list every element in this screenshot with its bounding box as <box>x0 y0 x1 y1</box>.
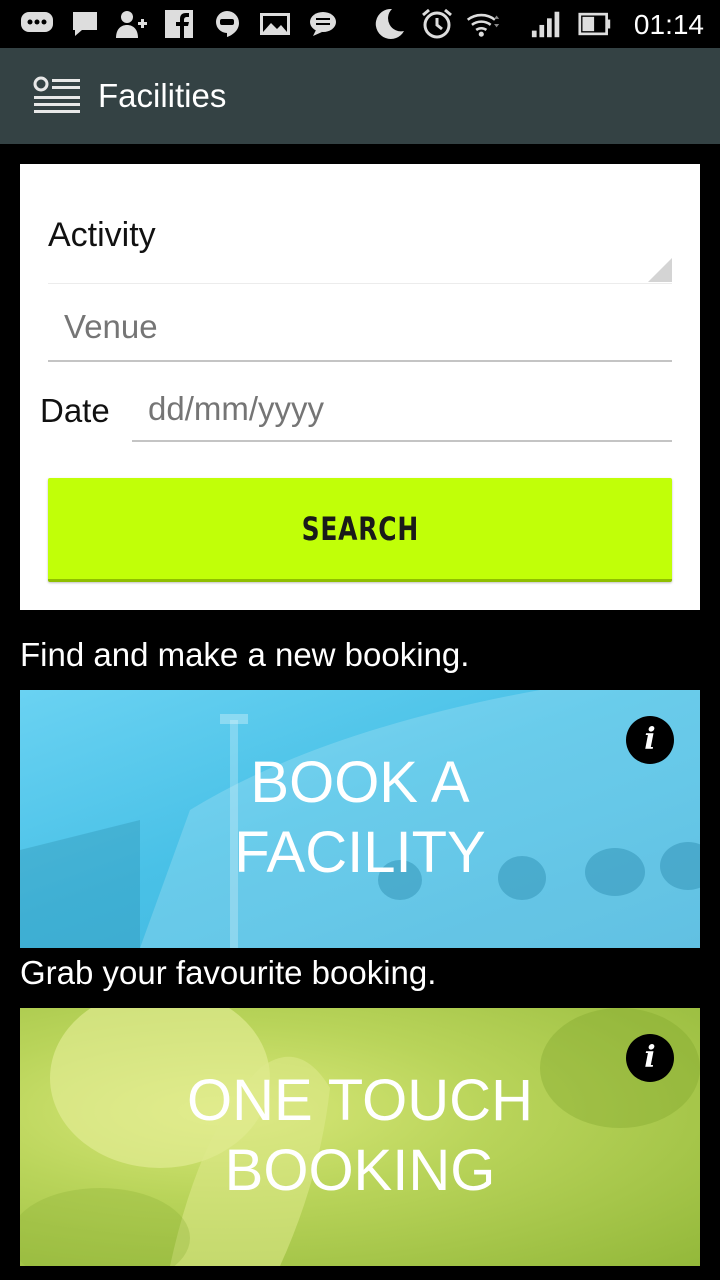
venue-field[interactable] <box>48 294 672 362</box>
date-field[interactable] <box>132 374 672 442</box>
one-touch-caption: Grab your favourite booking. <box>20 954 437 991</box>
date-input[interactable] <box>148 390 658 428</box>
venue-input[interactable] <box>64 308 664 346</box>
one-touch-title-line1: ONE TOUCH <box>187 1068 533 1133</box>
book-facility-tile[interactable]: BOOK A FACILITY i <box>20 690 700 948</box>
info-icon[interactable]: i <box>626 716 674 764</box>
signal-icon <box>530 8 564 40</box>
dropdown-corner-icon <box>648 258 672 282</box>
wifi-icon <box>466 8 500 40</box>
chat-icon <box>20 8 54 40</box>
book-facility-caption: Find and make a new booking. <box>20 636 470 673</box>
app-bar: Facilities <box>0 48 720 144</box>
alarm-icon <box>420 8 454 40</box>
info-icon[interactable]: i <box>626 1034 674 1082</box>
sms-icon <box>306 8 340 40</box>
list-menu-icon[interactable] <box>32 76 82 118</box>
one-touch-booking-tile[interactable]: ONE TOUCH BOOKING i <box>20 1008 700 1266</box>
clock: 01:14 <box>633 9 704 40</box>
message-icon <box>68 8 102 40</box>
one-touch-title-line2: BOOKING <box>224 1138 496 1203</box>
page-title: Facilities <box>98 77 227 114</box>
activity-label: Activity <box>48 216 156 254</box>
date-label: Date <box>40 392 110 429</box>
add-user-icon <box>114 8 148 40</box>
moon-icon <box>372 8 406 40</box>
hangouts-icon <box>210 8 244 40</box>
gallery-icon <box>258 8 292 40</box>
search-card: Activity Date SEARCH <box>20 164 700 610</box>
book-facility-title-line2: FACILITY <box>234 820 486 885</box>
activity-dropdown[interactable]: Activity <box>48 204 672 284</box>
status-bar: 01:14 <box>0 0 720 48</box>
battery-icon <box>578 8 612 40</box>
search-button[interactable]: SEARCH <box>48 478 672 582</box>
facebook-icon <box>162 8 196 40</box>
book-facility-title-line1: BOOK A <box>250 750 470 815</box>
search-button-label: SEARCH <box>301 509 419 548</box>
